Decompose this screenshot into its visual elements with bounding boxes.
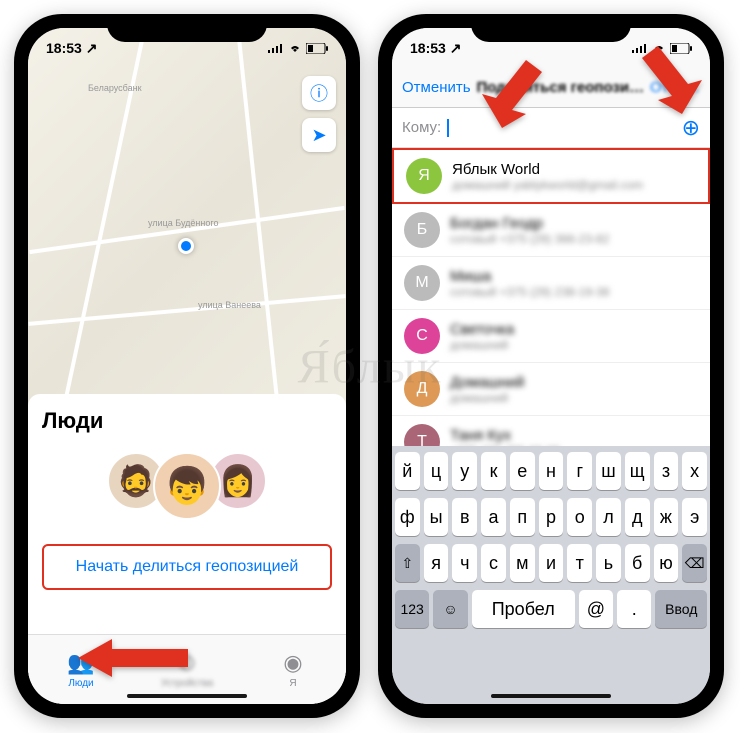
tab-label: Я [289, 678, 296, 689]
locate-button[interactable]: ➤ [302, 118, 336, 152]
key[interactable]: п [510, 498, 535, 536]
key[interactable]: э [682, 498, 707, 536]
contact-name: Таня Кух [450, 427, 560, 444]
contact-detail: сотовый +375 (29) 238-19-38 [450, 285, 609, 299]
key[interactable]: и [539, 544, 564, 582]
key[interactable]: ц [424, 452, 449, 490]
notch [107, 14, 267, 42]
key[interactable]: ю [654, 544, 679, 582]
sheet-title: Люди [42, 408, 332, 434]
key[interactable]: т [567, 544, 592, 582]
avatar: Д [404, 371, 440, 407]
contact-name: Яблык World [452, 161, 643, 178]
cancel-button[interactable]: Отменить [402, 79, 471, 96]
notch [471, 14, 631, 42]
key[interactable]: б [625, 544, 650, 582]
key[interactable]: й [395, 452, 420, 490]
status-time: 18:53 [46, 40, 82, 56]
key[interactable]: м [510, 544, 535, 582]
key-numbers[interactable]: 123 [395, 590, 429, 628]
key[interactable]: ь [596, 544, 621, 582]
keyboard: йцукенгшщзх фывапролджэ ⇧ячсмитьбю⌫ 123 … [392, 446, 710, 704]
key[interactable]: ⇧ [395, 544, 420, 582]
memoji-avatar: 👦 [153, 452, 221, 520]
key[interactable]: к [481, 452, 506, 490]
avatar: Я [406, 158, 442, 194]
phone-right: 18:53 ↗ Отменить Поделиться геопози… Отп… [378, 14, 724, 718]
key[interactable]: а [481, 498, 506, 536]
avatar: Б [404, 212, 440, 248]
contact-detail: домашний yablykworld@gmail.com [452, 178, 643, 192]
annotation-arrow [618, 40, 708, 130]
contact-detail: домашний [450, 391, 524, 405]
key-emoji[interactable]: ☺ [433, 590, 467, 628]
status-time: 18:53 [410, 40, 446, 56]
location-arrow-icon: ↗ [450, 40, 462, 56]
key[interactable]: ч [452, 544, 477, 582]
street-label: улица Ванеева [198, 300, 261, 310]
key-enter[interactable]: Ввод [655, 590, 707, 628]
tab-me[interactable]: ◉ Я [240, 635, 346, 704]
key[interactable]: ф [395, 498, 420, 536]
key-space[interactable]: Пробел [472, 590, 575, 628]
key[interactable]: д [625, 498, 650, 536]
key[interactable]: с [481, 544, 506, 582]
info-button[interactable]: ⓘ [302, 76, 336, 110]
key[interactable]: ж [654, 498, 679, 536]
me-icon: ◉ [283, 650, 302, 676]
key[interactable]: з [654, 452, 679, 490]
key[interactable]: у [452, 452, 477, 490]
battery-icon [306, 43, 328, 54]
key[interactable]: щ [625, 452, 650, 490]
contact-row[interactable]: М Мишасотовый +375 (29) 238-19-38 [392, 257, 710, 310]
annotation-arrow [78, 629, 188, 687]
to-label: Кому: [402, 119, 441, 136]
key[interactable]: ы [424, 498, 449, 536]
key[interactable]: р [539, 498, 564, 536]
contact-row[interactable]: Б Богдан Геодрсотовый +375 (29) 366-23-82 [392, 204, 710, 257]
contact-detail: домашний [450, 338, 514, 352]
annotation-arrow [478, 54, 568, 144]
contact-name: Домашний [450, 374, 524, 391]
key[interactable]: л [596, 498, 621, 536]
contact-row[interactable]: Д Домашнийдомашний [392, 363, 710, 416]
contact-name: Богдан Геодр [450, 215, 609, 232]
home-indicator[interactable] [127, 694, 247, 698]
key-at[interactable]: @ [579, 590, 613, 628]
memoji-group: 🧔 👦 👩 [42, 452, 332, 520]
key[interactable]: ⌫ [682, 544, 707, 582]
start-sharing-button[interactable]: Начать делиться геопозицией [42, 544, 332, 590]
phone-left: Беларусбанк улица Будённого улица Ванеев… [14, 14, 360, 718]
key[interactable]: в [452, 498, 477, 536]
location-arrow-icon: ↗ [86, 40, 98, 56]
contacts-list: Я Яблык Worldдомашний yablykworld@gmail.c… [392, 148, 710, 469]
contact-row[interactable]: Я Яблык Worldдомашний yablykworld@gmail.c… [392, 148, 710, 204]
home-indicator[interactable] [491, 694, 611, 698]
contact-row[interactable]: С Светочкадомашний [392, 310, 710, 363]
status-icons [268, 43, 328, 54]
key[interactable]: х [682, 452, 707, 490]
key[interactable]: о [567, 498, 592, 536]
wifi-icon [288, 43, 302, 53]
key-dot[interactable]: . [617, 590, 651, 628]
street-label: улица Будённого [148, 218, 218, 228]
signal-icon [268, 43, 284, 53]
key[interactable]: я [424, 544, 449, 582]
contact-name: Светочка [450, 321, 514, 338]
key[interactable]: н [539, 452, 564, 490]
key[interactable]: е [510, 452, 535, 490]
current-location-dot [178, 238, 194, 254]
contact-detail: сотовый +375 (29) 366-23-82 [450, 232, 609, 246]
contact-name: Миша [450, 268, 609, 285]
map-poi: Беларусбанк [88, 83, 142, 93]
key[interactable]: г [567, 452, 592, 490]
avatar: М [404, 265, 440, 301]
map-view[interactable]: Беларусбанк улица Будённого улица Ванеев… [28, 28, 346, 448]
avatar: С [404, 318, 440, 354]
key[interactable]: ш [596, 452, 621, 490]
